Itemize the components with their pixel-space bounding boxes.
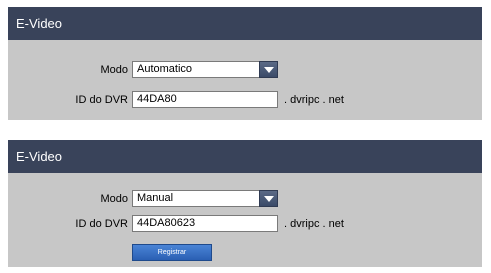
panel-body: Modo Automatico ID do DVR 44DA80 . dvrip…: [8, 40, 482, 120]
modo-label: Modo: [100, 193, 128, 205]
modo-select[interactable]: Automatico: [132, 61, 278, 78]
id-dvr-label: ID do DVR: [75, 94, 128, 106]
panel-body: Modo Manual ID do DVR 44DA80623 . dvripc…: [8, 173, 482, 267]
panel-title: E-Video: [8, 140, 482, 173]
e-video-panel-manual: E-Video Modo Manual ID do DVR 44DA80623 …: [8, 140, 482, 267]
domain-suffix: . dvripc . net: [284, 218, 344, 230]
modo-select[interactable]: Manual: [132, 190, 278, 207]
modo-select-value: Automatico: [137, 63, 193, 75]
id-dvr-field[interactable]: 44DA80623: [132, 215, 278, 232]
id-dvr-field[interactable]: 44DA80: [132, 91, 278, 108]
id-dvr-label: ID do DVR: [75, 218, 128, 230]
modo-select-value: Manual: [137, 192, 174, 204]
register-button[interactable]: Registrar: [132, 244, 212, 261]
modo-label: Modo: [100, 64, 128, 76]
chevron-down-icon[interactable]: [259, 190, 278, 207]
panel-title: E-Video: [8, 7, 482, 40]
chevron-down-icon[interactable]: [259, 61, 278, 78]
e-video-panel-automatic: E-Video Modo Automatico ID do DVR 44DA80…: [8, 7, 482, 120]
domain-suffix: . dvripc . net: [284, 94, 344, 106]
